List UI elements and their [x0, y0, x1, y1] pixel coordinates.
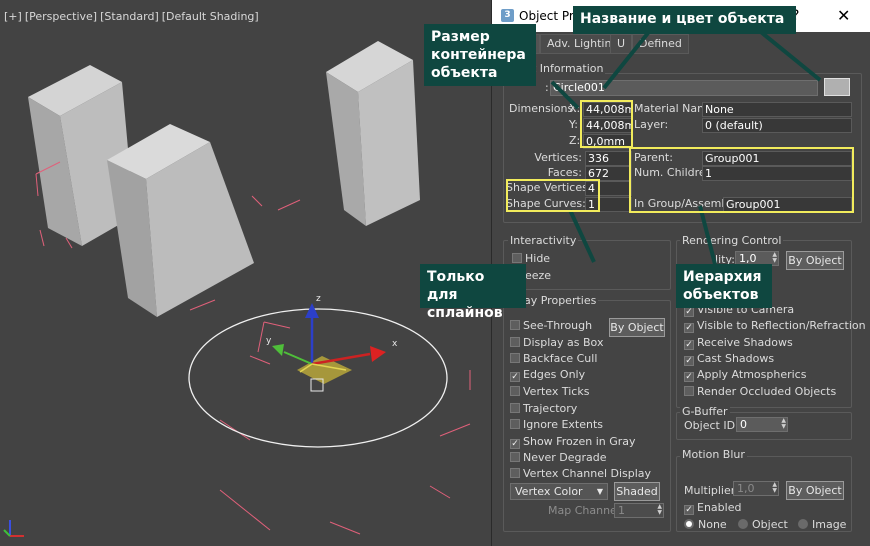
gbuffer-title: G-Buffer: [680, 405, 730, 418]
rendering-control-title: Rendering Control: [680, 234, 784, 247]
viewport-label-bar[interactable]: [+] [Perspective] [Standard] [Default Shadi…: [4, 10, 262, 23]
app-logo-icon: 3: [501, 9, 514, 22]
chevron-down-icon: ▼: [596, 487, 603, 496]
hide-checkbox-label: Hide: [525, 252, 551, 265]
vertex-color-dropdown[interactable]: Vertex Color ▼: [510, 483, 608, 500]
never-degrade-checkbox[interactable]: Never Degrade: [510, 451, 607, 464]
map-channel-spinner[interactable]: 1 ▲ ▼: [614, 503, 664, 518]
box-object-3: [326, 41, 420, 226]
material-name-value: None: [702, 102, 852, 117]
num-children-value: 1: [702, 166, 852, 181]
dimensions-label: Dimensions:: [509, 102, 577, 115]
interactivity-title: Interactivity: [508, 234, 579, 247]
tab-defined[interactable]: Defined: [632, 34, 689, 54]
shape-vertices-value: 4: [585, 181, 632, 196]
object-name-field[interactable]: Circle001: [550, 80, 818, 96]
vertex-channel-display-checkbox[interactable]: Vertex Channel Display: [510, 467, 651, 480]
receive-shadows-checkbox[interactable]: ✓ Receive Shadows: [684, 336, 793, 350]
gizmo-x-label: x: [392, 339, 398, 349]
hide-checkbox-box[interactable]: [512, 253, 522, 263]
parent-label: Parent:: [634, 151, 673, 164]
edges-only-checkbox[interactable]: ✓ Edges Only: [510, 368, 585, 382]
shape-vertices-label: Shape Vertices:: [506, 181, 592, 194]
viewport-plus-menu[interactable]: [+]: [4, 10, 22, 23]
callout-container-size: Размер контейнера объекта: [424, 24, 536, 86]
multiplier-label: Multiplier:: [684, 484, 739, 497]
motion-blur-image-radio[interactable]: Image: [798, 518, 846, 531]
transform-gizmo: x y z: [266, 294, 398, 392]
dim-y-value: 44,008mm: [583, 118, 632, 133]
callout-splines-only: Только для сплайнов: [420, 264, 526, 321]
backface-cull-checkbox[interactable]: Backface Cull: [510, 352, 597, 365]
ignore-extents-checkbox[interactable]: Ignore Extents: [510, 418, 603, 431]
object-id-label: Object ID:: [684, 419, 739, 432]
shaded-button[interactable]: Shaded: [614, 482, 660, 501]
object-id-spinner[interactable]: 0 ▲ ▼: [736, 417, 788, 432]
freeze-checkbox-label: eeze: [525, 269, 552, 282]
shape-curves-label: Shape Curves:: [506, 197, 586, 210]
vertices-value: 336: [585, 151, 632, 166]
display-as-box-checkbox[interactable]: Display as Box: [510, 336, 603, 349]
callout-hierarchy: Иерархия объектов: [676, 264, 772, 308]
vertex-ticks-checkbox[interactable]: Vertex Ticks: [510, 385, 589, 398]
faces-label: Faces:: [547, 166, 582, 179]
callout-name-color: Название и цвет объекта: [573, 6, 796, 34]
display-by-object-button[interactable]: By Object: [609, 318, 665, 337]
render-occluded-checkbox[interactable]: Render Occluded Objects: [684, 385, 836, 398]
dim-x-label: X:: [569, 102, 581, 115]
dim-z-value: 0,0mm: [583, 134, 632, 149]
layer-label: Layer:: [634, 118, 669, 131]
cast-shadows-checkbox[interactable]: ✓ Cast Shadows: [684, 352, 774, 366]
world-axis-icon: [3, 520, 24, 537]
object-information-title: t Information: [530, 62, 606, 75]
viewport-view-menu[interactable]: [Perspective]: [25, 10, 97, 23]
dim-z-label: Z:: [569, 134, 581, 147]
vertices-label: Vertices:: [534, 151, 582, 164]
gizmo-y-label: y: [266, 336, 272, 346]
viewport-shading-menu[interactable]: [Default Shading]: [162, 10, 259, 23]
dim-x-value: 44,008mm: [583, 102, 632, 117]
close-icon[interactable]: ✕: [837, 6, 850, 25]
viewport-standard-menu[interactable]: [Standard]: [100, 10, 159, 23]
dim-y-label: Y:: [569, 118, 578, 131]
parent-value: Group001: [702, 151, 852, 166]
see-through-checkbox[interactable]: See-Through: [510, 319, 592, 332]
tab-user[interactable]: U: [610, 34, 633, 54]
multiplier-spinner[interactable]: 1,0 ▲ ▼: [733, 481, 779, 496]
trajectory-checkbox[interactable]: Trajectory: [510, 402, 577, 415]
motion-blur-none-radio[interactable]: None: [684, 518, 727, 531]
motion-blur-by-object-button[interactable]: By Object: [786, 481, 844, 500]
rendering-by-object-button[interactable]: By Object: [786, 251, 844, 270]
map-channel-label: Map Channel:: [548, 504, 624, 517]
box-object-2: [107, 124, 254, 317]
motion-blur-object-radio[interactable]: Object: [738, 518, 788, 531]
object-color-swatch[interactable]: [824, 78, 850, 96]
shape-curves-value: 1: [585, 197, 632, 212]
motion-blur-title: Motion Blur: [680, 448, 747, 461]
faces-value: 672: [585, 166, 632, 181]
visible-to-reflection-checkbox[interactable]: ✓ Visible to Reflection/Refraction: [684, 319, 866, 333]
name-label: :: [545, 81, 549, 94]
motion-blur-enabled-checkbox[interactable]: ✓ Enabled: [684, 501, 741, 515]
in-group-value: Group001: [723, 197, 852, 212]
apply-atmospherics-checkbox[interactable]: ✓ Apply Atmospherics: [684, 368, 806, 382]
gizmo-z-label: z: [316, 294, 321, 304]
show-frozen-gray-checkbox[interactable]: ✓ Show Frozen in Gray: [510, 435, 636, 449]
interactivity-group: [503, 240, 671, 290]
display-properties-title: ay Properties: [522, 294, 599, 307]
layer-value: 0 (default): [702, 118, 852, 133]
spinner-arrows-icon[interactable]: ▲ ▼: [657, 504, 662, 516]
